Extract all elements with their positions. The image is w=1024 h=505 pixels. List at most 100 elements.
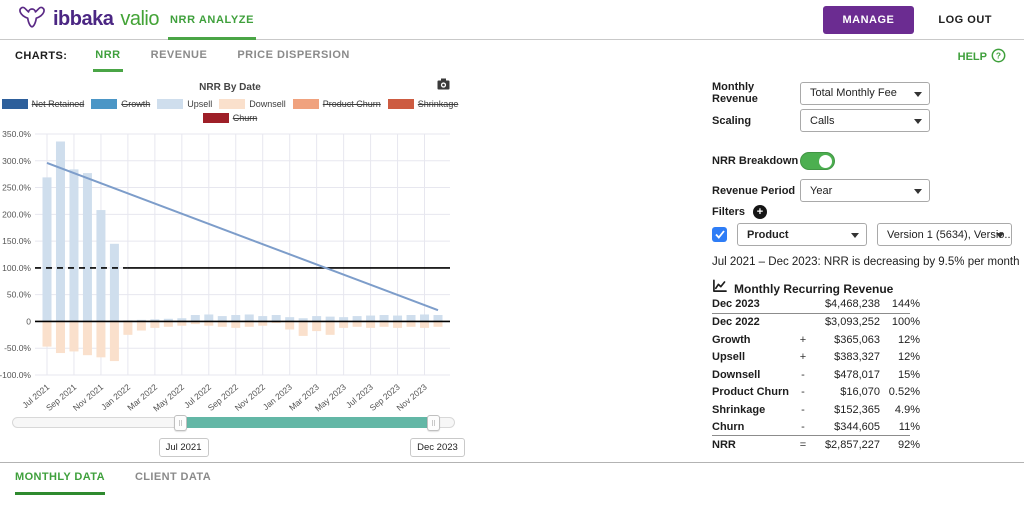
bar-downsell[interactable]	[96, 321, 105, 357]
bar-upsell[interactable]	[110, 244, 119, 322]
cell-pct: 144%	[880, 298, 920, 310]
help-button[interactable]: HELP ?	[958, 48, 1006, 66]
bar-upsell[interactable]	[218, 316, 227, 321]
cell-sign: =	[796, 439, 810, 451]
bar-downsell[interactable]	[353, 321, 362, 326]
slider-handle-right[interactable]	[427, 415, 440, 431]
slider-handle-left[interactable]	[174, 415, 187, 431]
date-range-slider[interactable]: Jul 2021 Dec 2023	[12, 417, 455, 428]
nrr-breakdown-toggle[interactable]	[800, 152, 835, 170]
cell-amount: $344,605	[810, 421, 880, 433]
svg-text:Nov 2023: Nov 2023	[394, 382, 429, 413]
app-logo[interactable]: ibbaka valio	[18, 5, 159, 34]
bar-downsell[interactable]	[218, 321, 227, 326]
bar-downsell[interactable]	[366, 321, 375, 327]
bar-downsell[interactable]	[285, 321, 294, 329]
bar-upsell[interactable]	[69, 169, 78, 321]
bar-downsell[interactable]	[150, 321, 159, 327]
manage-button[interactable]: MANAGE	[823, 6, 915, 34]
bar-upsell[interactable]	[96, 210, 105, 321]
monthly-revenue-select[interactable]: Total Monthly Fee	[800, 82, 930, 105]
plus-circle-icon[interactable]: +	[753, 205, 767, 219]
bar-upsell[interactable]	[43, 177, 52, 321]
legend-item-net-retained[interactable]: Net Retained	[2, 99, 85, 109]
table-row-dec-2022: Dec 2022$3,093,252100%	[712, 314, 910, 332]
cell-label: Upsell	[712, 351, 796, 363]
bar-downsell[interactable]	[83, 321, 92, 355]
cell-pct: 11%	[880, 421, 920, 433]
bar-downsell[interactable]	[312, 321, 321, 331]
bar-downsell[interactable]	[245, 321, 254, 326]
bar-upsell[interactable]	[258, 316, 267, 321]
table-row-product-churn: Product Churn-$16,0700.52%	[712, 384, 910, 402]
legend-item-product-churn[interactable]: Product Churn	[293, 99, 381, 109]
cell-amount: $365,063	[810, 334, 880, 346]
nav-tab-nrr-analyze[interactable]: NRR ANALYZE	[170, 0, 254, 40]
bar-upsell[interactable]	[434, 315, 443, 321]
tab-client-data[interactable]: CLIENT DATA	[135, 471, 211, 495]
bar-upsell[interactable]	[231, 315, 240, 321]
tab-price-dispersion[interactable]: PRICE DISPERSION	[235, 40, 352, 72]
bar-upsell[interactable]	[393, 316, 402, 322]
bar-upsell[interactable]	[245, 314, 254, 321]
svg-text:0: 0	[26, 316, 31, 326]
bar-upsell[interactable]	[204, 314, 213, 321]
bar-downsell[interactable]	[434, 321, 443, 326]
legend-item-upsell[interactable]: Upsell	[157, 99, 212, 109]
bar-upsell[interactable]	[83, 173, 92, 321]
legend-item-growth[interactable]: Growth	[91, 99, 150, 109]
legend-swatch	[91, 99, 117, 109]
logout-button[interactable]: LOG OUT	[938, 14, 992, 26]
filter-field-select[interactable]: Product	[737, 223, 867, 246]
chart-tabs-row: CHARTS: NRR REVENUE PRICE DISPERSION HEL…	[0, 40, 1024, 72]
slider-start-label: Jul 2021	[159, 438, 209, 457]
legend-item-shrinkage[interactable]: Shrinkage	[388, 99, 459, 109]
nrr-chart[interactable]: 350.0%300.0%250.0%200.0%150.0%100.0%50.0…	[0, 126, 460, 416]
cell-pct: 92%	[880, 439, 920, 451]
bar-downsell[interactable]	[393, 321, 402, 327]
bar-downsell[interactable]	[299, 321, 308, 335]
legend-item-downsell[interactable]: Downsell	[219, 99, 286, 109]
bar-downsell[interactable]	[407, 321, 416, 326]
bar-downsell[interactable]	[326, 321, 335, 334]
scaling-select[interactable]: Calls	[800, 109, 930, 132]
bar-downsell[interactable]	[43, 321, 52, 346]
bar-upsell[interactable]	[366, 316, 375, 322]
filter-checkbox[interactable]	[712, 227, 727, 242]
bar-upsell[interactable]	[380, 315, 389, 321]
bar-downsell[interactable]	[110, 321, 119, 361]
bar-downsell[interactable]	[164, 321, 173, 326]
chevron-down-icon	[851, 233, 859, 238]
bar-downsell[interactable]	[420, 321, 429, 327]
bar-upsell[interactable]	[191, 315, 200, 321]
bar-upsell[interactable]	[272, 315, 281, 321]
svg-text:Nov 2021: Nov 2021	[71, 382, 106, 413]
bar-downsell[interactable]	[380, 321, 389, 326]
tab-monthly-data[interactable]: MONTHLY DATA	[15, 471, 105, 495]
bar-downsell[interactable]	[137, 321, 146, 330]
bar-downsell[interactable]	[69, 321, 78, 351]
cell-amount: $2,857,227	[810, 439, 880, 451]
bar-downsell[interactable]	[339, 321, 348, 327]
filter-value-select[interactable]: Version 1 (5634), Versio...	[877, 223, 1012, 246]
bar-upsell[interactable]	[420, 314, 429, 321]
revenue-period-label: Revenue Period	[712, 185, 800, 197]
legend-swatch	[219, 99, 245, 109]
tab-revenue[interactable]: REVENUE	[149, 40, 210, 72]
chevron-down-icon	[914, 119, 922, 124]
cell-amount: $3,093,252	[810, 316, 880, 328]
bar-upsell[interactable]	[353, 316, 362, 321]
camera-icon[interactable]	[437, 77, 450, 95]
cell-label: Dec 2022	[712, 316, 796, 328]
slider-selected-range[interactable]	[181, 417, 435, 428]
bar-downsell[interactable]	[56, 321, 65, 353]
legend-item-churn[interactable]: Churn	[203, 113, 258, 123]
bar-downsell[interactable]	[123, 321, 132, 334]
bar-downsell[interactable]	[231, 321, 240, 327]
bar-upsell[interactable]	[407, 315, 416, 321]
bar-upsell[interactable]	[312, 316, 321, 321]
cell-sign: -	[796, 421, 810, 433]
tab-nrr[interactable]: NRR	[93, 40, 122, 72]
revenue-period-select[interactable]: Year	[800, 179, 930, 202]
monthly-revenue-value: Total Monthly Fee	[810, 87, 897, 99]
